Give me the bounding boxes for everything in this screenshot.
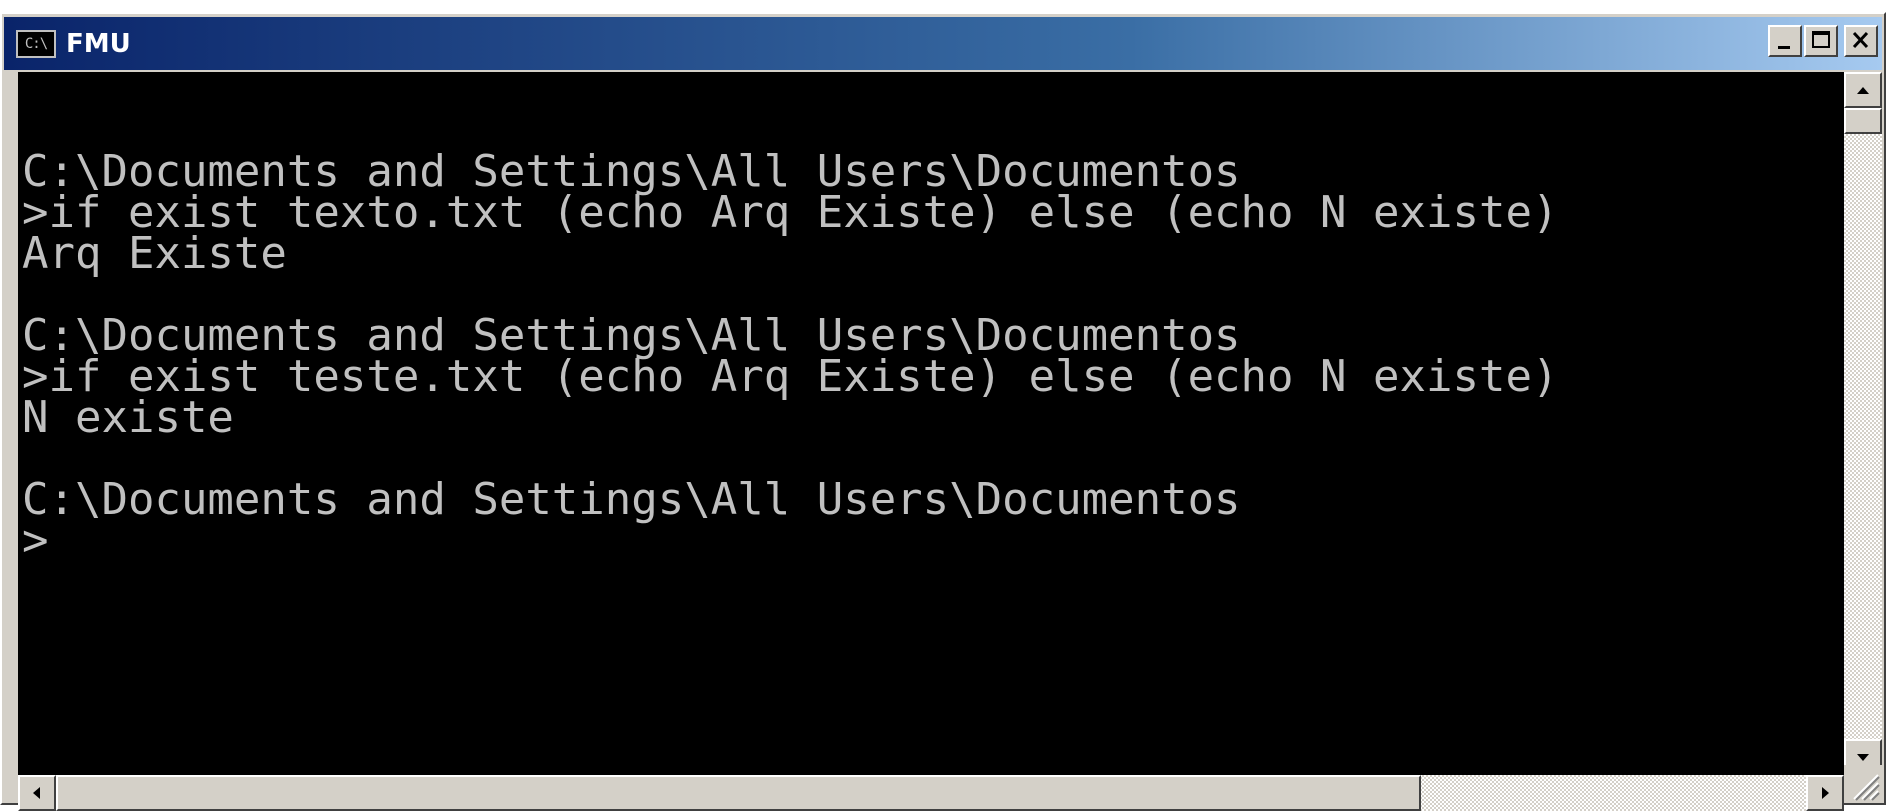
console-text: C:\Documents and Settings\All Users\Docu… (22, 110, 1559, 566)
console-output[interactable]: C:\Documents and Settings\All Users\Docu… (18, 72, 1844, 775)
scroll-left-button[interactable] (18, 775, 56, 811)
console-line: C:\Documents and Settings\All Users\Docu… (22, 310, 1241, 361)
console-window: C:\ FMU C:\Documents and Settings\All Us… (0, 12, 1886, 811)
console-line: >if exist teste.txt (echo Arq Existe) el… (22, 351, 1559, 402)
scroll-right-button[interactable] (1806, 775, 1844, 811)
arrow-up-icon (1857, 87, 1869, 94)
maximize-button[interactable] (1804, 25, 1838, 57)
arrow-right-icon (1822, 787, 1829, 799)
console-line: C:\Documents and Settings\All Users\Docu… (22, 146, 1241, 197)
resize-grip-icon (1853, 774, 1880, 801)
window-title: FMU (66, 28, 131, 59)
vertical-scrollbar[interactable] (1844, 72, 1882, 775)
horizontal-scroll-thumb[interactable] (56, 775, 1421, 811)
minimize-button[interactable] (1768, 25, 1802, 57)
close-icon (1852, 31, 1869, 49)
horizontal-scrollbar[interactable] (18, 775, 1844, 811)
title-bar[interactable]: C:\ FMU (4, 17, 1882, 70)
console-line: C:\Documents and Settings\All Users\Docu… (22, 474, 1241, 525)
console-line: >if exist texto.txt (echo Arq Existe) el… (22, 187, 1559, 238)
console-line: Arq Existe (22, 228, 287, 279)
maximize-icon (1812, 31, 1830, 48)
console-line: > (22, 515, 49, 566)
title-buttons (1766, 25, 1878, 57)
arrow-left-icon (33, 787, 40, 799)
console-icon[interactable]: C:\ (16, 29, 56, 58)
vertical-scroll-thumb[interactable] (1844, 108, 1882, 134)
close-button[interactable] (1844, 25, 1878, 57)
console-line: N existe (22, 392, 234, 443)
scroll-up-button[interactable] (1844, 72, 1882, 108)
minimize-icon (1778, 46, 1790, 49)
resize-grip[interactable] (1844, 765, 1882, 801)
